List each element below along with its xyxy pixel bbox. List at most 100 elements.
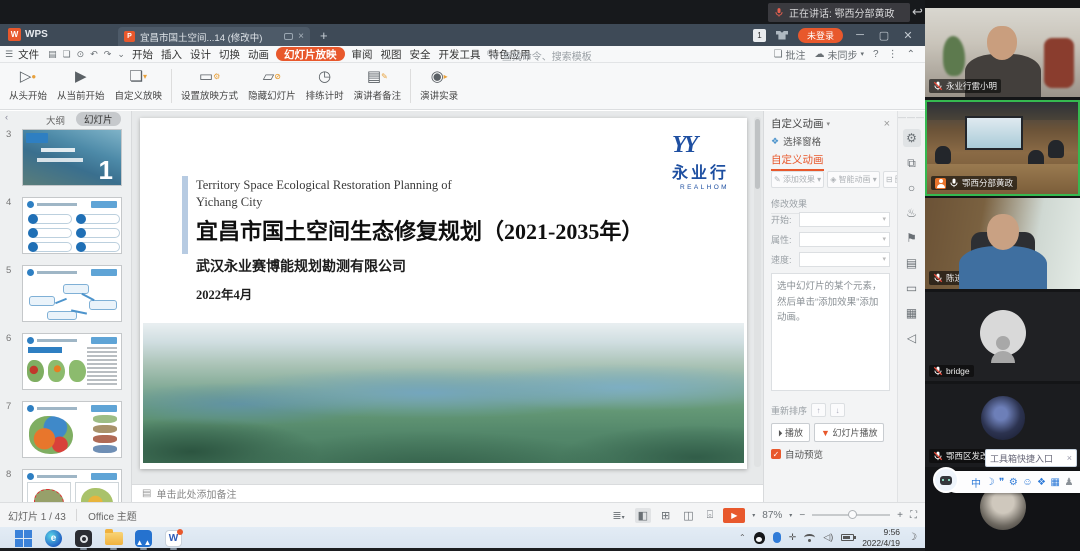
zoom-slider-knob[interactable] bbox=[848, 510, 857, 519]
play-options-icon[interactable]: ▾ bbox=[752, 512, 755, 519]
pin-input-icon[interactable]: ✛ bbox=[789, 532, 797, 543]
fit-slide-icon[interactable]: ⛶ bbox=[910, 510, 917, 521]
tab-outline[interactable]: 大纲 bbox=[46, 113, 65, 127]
collapse-ribbon-icon[interactable]: ⌃ bbox=[907, 49, 915, 60]
sync-status[interactable]: ☁未同步▾ bbox=[815, 47, 865, 62]
slideshow-play-button[interactable]: ▶ bbox=[723, 508, 745, 523]
current-slide[interactable]: YY 永业行 REALHOM Territory Space Ecologica… bbox=[140, 118, 747, 469]
start-from-beginning-button[interactable]: ▷●从头开始 bbox=[4, 63, 52, 109]
slide-thumbnail-7[interactable] bbox=[22, 401, 122, 458]
command-search[interactable]: 🔍︎ 查找命令、搜索模板 bbox=[486, 48, 592, 63]
wps-taskbar-icon[interactable]: W bbox=[164, 529, 183, 548]
volume-icon[interactable]: ◁) bbox=[823, 532, 833, 543]
wps-logo[interactable]: W WPS bbox=[8, 28, 48, 41]
animation-flag-icon[interactable]: ⚑ bbox=[903, 229, 921, 247]
menu-item-slideshow[interactable]: 幻灯片放映 bbox=[276, 47, 345, 61]
animation-section-tab[interactable]: 自定义动画 bbox=[771, 152, 824, 171]
menu-item-design[interactable]: 设计 bbox=[186, 46, 215, 62]
slide-thumbnail-6[interactable] bbox=[22, 333, 122, 390]
slide-sorter-icon[interactable]: ⊞ bbox=[658, 508, 673, 523]
slide-thumbnail-4[interactable] bbox=[22, 197, 122, 254]
save-icon[interactable]: ▤ bbox=[48, 49, 57, 60]
start-dropdown[interactable]: ▾ bbox=[799, 212, 890, 227]
ime-emoji-icon[interactable]: ☺ bbox=[1022, 477, 1032, 488]
maximize-button[interactable]: ▢ bbox=[877, 29, 891, 42]
participant-video-1[interactable]: 永业行雷小明 bbox=[925, 8, 1080, 97]
skin-theme-icon[interactable] bbox=[776, 31, 788, 40]
login-status-pill[interactable]: 未登录 bbox=[798, 28, 843, 43]
slide-thumbnail-5[interactable] bbox=[22, 265, 122, 322]
battery-icon[interactable] bbox=[841, 534, 854, 541]
sound-icon[interactable]: ◁ bbox=[903, 329, 921, 347]
slide-thumbnail-3[interactable]: 1 bbox=[22, 129, 122, 186]
settings-gear-icon[interactable]: ⚙ bbox=[903, 129, 921, 147]
menu-item-transition[interactable]: 切换 bbox=[215, 46, 244, 62]
panel-handle-icon[interactable]: ——— bbox=[898, 113, 925, 122]
close-window-button[interactable]: ✕ bbox=[901, 29, 915, 42]
wifi-icon[interactable] bbox=[804, 534, 815, 541]
ime-punctuation-icon[interactable]: ❞ bbox=[999, 477, 1004, 488]
more-menu-icon[interactable]: ⋮ bbox=[888, 49, 898, 60]
hide-slide-button[interactable]: ▱⊘隐藏幻灯片 bbox=[243, 63, 301, 109]
menu-item-animation[interactable]: 动画 bbox=[244, 46, 273, 62]
comment-bubble-icon[interactable] bbox=[284, 33, 293, 40]
tab-slides[interactable]: 幻灯片 bbox=[76, 112, 121, 126]
presenter-view-icon[interactable]: ⌻ bbox=[704, 508, 717, 523]
theme-name[interactable]: Office 主题 bbox=[88, 508, 137, 523]
zoom-in-button[interactable]: + bbox=[897, 510, 903, 521]
vertical-scrollbar[interactable] bbox=[754, 117, 761, 467]
camera-app-icon[interactable] bbox=[74, 529, 93, 548]
ime-toolbox-icon[interactable]: ▦ bbox=[1051, 477, 1060, 488]
notes-toggle-icon[interactable]: ≣▾ bbox=[609, 508, 627, 523]
ime-fullwidth-icon[interactable]: ☽ bbox=[986, 477, 995, 488]
reorder-up-button[interactable]: ↑ bbox=[811, 403, 826, 417]
zoom-slider[interactable] bbox=[812, 514, 890, 516]
color-fill-icon[interactable]: ♨ bbox=[903, 204, 921, 222]
menu-item-devtools[interactable]: 开发工具 bbox=[435, 46, 485, 62]
menu-item-security[interactable]: 安全 bbox=[406, 46, 435, 62]
ime-tools-icon[interactable]: ⚙ bbox=[1009, 477, 1018, 488]
clock[interactable]: 9:56 2022/4/19 bbox=[862, 527, 900, 548]
speed-dropdown[interactable]: ▾ bbox=[799, 252, 890, 267]
photos-app-icon[interactable]: ▲▲ bbox=[134, 529, 153, 548]
start-from-current-button[interactable]: ▶从当前开始 bbox=[52, 63, 110, 109]
night-mode-icon[interactable]: ☽ bbox=[908, 532, 917, 543]
close-tab-icon[interactable]: × bbox=[298, 31, 304, 42]
zoom-level[interactable]: 87% bbox=[762, 510, 782, 521]
custom-show-button[interactable]: ❏▾自定义放映 bbox=[110, 63, 168, 109]
image-icon[interactable]: ▦ bbox=[903, 304, 921, 322]
zoom-options-icon[interactable]: ▾ bbox=[789, 512, 792, 519]
smart-animation-button[interactable]: ◈ 智能动画 ▾ bbox=[827, 171, 880, 188]
file-explorer-icon[interactable] bbox=[104, 529, 123, 548]
minimize-button[interactable]: ─ bbox=[853, 29, 867, 41]
normal-view-icon[interactable]: ◧ bbox=[635, 508, 651, 523]
menu-item-insert[interactable]: 插入 bbox=[157, 46, 186, 62]
comment-button[interactable]: ❏批注 bbox=[774, 47, 806, 62]
help-icon[interactable]: ? bbox=[873, 49, 879, 60]
lecture-record-button[interactable]: ◉▸演讲实录 bbox=[415, 63, 463, 109]
animation-panel-header[interactable]: 自定义动画 ▾ × bbox=[771, 116, 890, 131]
add-effect-button[interactable]: ✎ 添加效果 ▾ bbox=[771, 171, 824, 188]
microphone-tray-icon[interactable] bbox=[773, 532, 781, 543]
ime-login-icon[interactable]: ♟ bbox=[1064, 477, 1073, 488]
menu-item-home[interactable]: 开始 bbox=[128, 46, 157, 62]
notes-bar[interactable]: ▤ 单击此处添加备注 bbox=[132, 484, 763, 502]
ime-skin-icon[interactable]: ❖ bbox=[1037, 477, 1046, 488]
participant-video-2-active-speaker[interactable]: 鄂西分部黄政 bbox=[925, 100, 1080, 196]
speaker-notes-button[interactable]: ▤✎演讲者备注 bbox=[349, 63, 407, 109]
reorder-down-button[interactable]: ↓ bbox=[830, 403, 845, 417]
setup-show-button[interactable]: ▭⚙设置放映方式 bbox=[176, 63, 243, 109]
ime-language-toggle[interactable]: 中 bbox=[971, 475, 981, 490]
more-dropdown-icon[interactable]: ⌄ bbox=[117, 49, 125, 60]
windows-start-button[interactable] bbox=[14, 529, 33, 548]
zoom-out-button[interactable]: − bbox=[799, 510, 805, 521]
ime-assistant-icon[interactable] bbox=[933, 467, 959, 493]
slide-play-button[interactable]: ▼ 幻灯片播放 bbox=[814, 423, 884, 442]
textbox-icon[interactable]: ▭ bbox=[903, 279, 921, 297]
tray-expand-icon[interactable]: ⌃ bbox=[739, 533, 746, 542]
update-count-badge[interactable]: 1 bbox=[753, 29, 766, 42]
collapse-toast-arrow-icon[interactable]: ↩ bbox=[912, 4, 923, 20]
layout-panes-icon[interactable]: ⧉ bbox=[903, 154, 921, 172]
preview-icon[interactable]: ⊙ bbox=[77, 49, 85, 60]
scrollbar-thumb[interactable] bbox=[755, 119, 760, 189]
